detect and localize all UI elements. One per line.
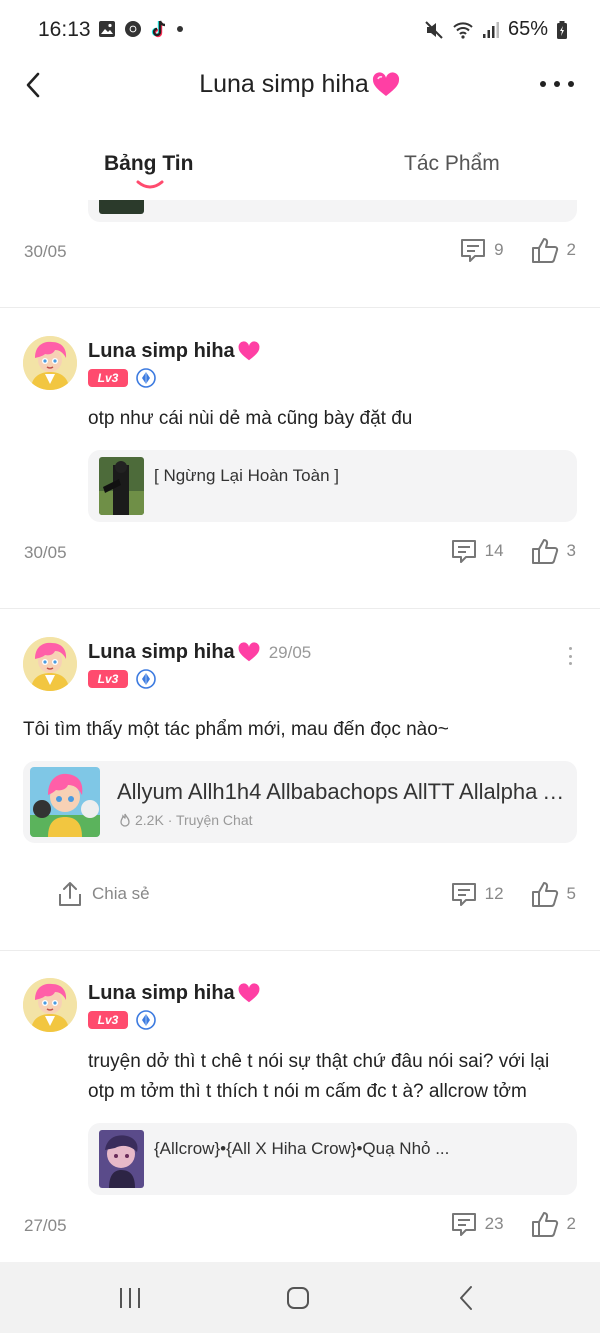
shared-work-card[interactable]: Allyum Allh1h4 Allbabachops AllTT Allalp… [23, 761, 577, 843]
author-name[interactable]: Luna simp hiha [88, 340, 235, 363]
post-text-line: truyện dở thì t chê t nói sự thật chứ đâ… [88, 1051, 550, 1072]
post-more-button[interactable] [566, 647, 574, 665]
recent-apps-icon [120, 1288, 140, 1308]
active-tab-indicator [136, 180, 164, 189]
comment-count: 9 [494, 240, 504, 259]
flame-icon [120, 813, 130, 827]
level-badge: Lv3 [88, 670, 128, 688]
system-nav-bar [0, 1262, 600, 1333]
avatar-image [23, 978, 77, 1032]
comment-button[interactable]: 14 [450, 537, 504, 565]
work-cover-image [99, 1130, 144, 1188]
divider [0, 950, 600, 951]
like-button[interactable]: 3 [530, 537, 576, 565]
author-name[interactable]: Luna simp hiha [88, 641, 235, 664]
post-text-line: otp m tởm thì t thích t nói m cấm đc t à… [88, 1081, 527, 1102]
post-text: Tôi tìm thấy một tác phẩm mới, mau đến đ… [23, 719, 449, 740]
post-footer: 30/05 9 2 [0, 236, 600, 270]
like-count: 2 [566, 1214, 576, 1233]
post-date: 30/05 [24, 543, 67, 562]
like-count: 3 [566, 541, 576, 560]
avatar-image [23, 336, 77, 390]
thumbs-up-icon [531, 882, 558, 907]
system-back-button[interactable] [446, 1282, 486, 1314]
profile-tabs: Bảng Tin Tác Phẩm [0, 140, 600, 200]
tab-feed[interactable]: Bảng Tin [104, 152, 193, 176]
comment-icon [451, 540, 476, 563]
post-date: 30/05 [24, 242, 67, 261]
avatar[interactable] [23, 637, 77, 691]
diamond-badge-icon [136, 368, 156, 388]
comment-button[interactable]: 9 [459, 236, 504, 264]
diamond-badge-icon [136, 1010, 156, 1030]
thumbs-up-icon [531, 1212, 558, 1237]
comment-icon [461, 239, 486, 262]
like-button[interactable]: 2 [530, 1210, 576, 1238]
feed-post: Luna simp hiha 29/05 Lv3 Tôi tìm thấy mộ… [0, 637, 600, 917]
back-arrow-icon [460, 1286, 472, 1310]
avatar-image [23, 637, 77, 691]
work-meta-text: 2.2K · Truyện Chat [135, 812, 253, 828]
divider [0, 307, 600, 308]
author-name[interactable]: Luna simp hiha [88, 982, 235, 1005]
tab-works[interactable]: Tác Phẩm [404, 152, 500, 176]
thumbs-up-icon [531, 539, 558, 564]
work-thumbnail [99, 1130, 144, 1188]
like-count: 5 [566, 884, 576, 903]
work-card[interactable]: [ Ngừng Lại Hoàn Toàn ] [88, 450, 577, 522]
work-cover-image [99, 457, 144, 515]
comment-button[interactable]: 12 [450, 880, 504, 908]
heart-icon [238, 642, 260, 662]
post-date: 29/05 [268, 642, 312, 662]
work-title: [ Ngừng Lại Hoàn Toàn ] [154, 466, 339, 485]
post-footer: 27/05 23 2 [0, 1210, 600, 1244]
comment-count: 23 [484, 1214, 504, 1233]
share-icon [59, 882, 81, 906]
thumbs-up-icon [531, 238, 558, 263]
work-title: Allyum Allh1h4 Allbabachops AllTT Allalp… [117, 779, 569, 804]
post-footer: 30/05 14 3 [0, 537, 600, 571]
comment-icon [451, 883, 476, 906]
share-label: Chia sẻ [92, 884, 150, 903]
more-dot-icon [568, 662, 572, 665]
divider [0, 608, 600, 609]
like-count: 2 [566, 240, 576, 259]
heart-icon [238, 983, 260, 1003]
work-cover-image [30, 767, 100, 837]
work-meta: 2.2K · Truyện Chat [119, 812, 253, 828]
feed-post: Luna simp hiha Lv3 otp như cái nùi dẻ mà… [0, 336, 600, 576]
feed-post: Luna simp hiha Lv3 truyện dở thì t chê t… [0, 978, 600, 1258]
recent-apps-button[interactable] [110, 1282, 150, 1314]
more-dot-icon [568, 654, 572, 658]
post-text: otp như cái nùi dẻ mà cũng bày đặt đu [88, 408, 413, 429]
comment-button[interactable]: 23 [450, 1210, 504, 1238]
comment-count: 12 [484, 884, 504, 903]
level-badge: Lv3 [88, 1011, 128, 1029]
avatar[interactable] [23, 978, 77, 1032]
work-thumbnail [99, 457, 144, 515]
share-button[interactable]: Chia sẻ [56, 880, 150, 908]
avatar[interactable] [23, 336, 77, 390]
diamond-badge-icon [136, 669, 156, 689]
comment-count: 14 [484, 541, 504, 560]
home-button[interactable] [278, 1282, 318, 1314]
post-date: 27/05 [24, 1216, 67, 1235]
like-button[interactable]: 5 [530, 880, 576, 908]
post-footer: Chia sẻ 12 5 [0, 880, 600, 914]
like-button[interactable]: 2 [530, 236, 576, 264]
home-icon [287, 1287, 309, 1309]
heart-icon [238, 341, 260, 361]
comment-icon [451, 1213, 476, 1236]
work-thumbnail [30, 767, 100, 837]
more-dot-icon [568, 647, 572, 650]
level-badge: Lv3 [88, 369, 128, 387]
work-card[interactable]: {Allcrow}•{All X Hiha Crow}•Quạ Nhỏ ... [88, 1123, 577, 1195]
work-title: {Allcrow}•{All X Hiha Crow}•Quạ Nhỏ ... [154, 1139, 450, 1158]
